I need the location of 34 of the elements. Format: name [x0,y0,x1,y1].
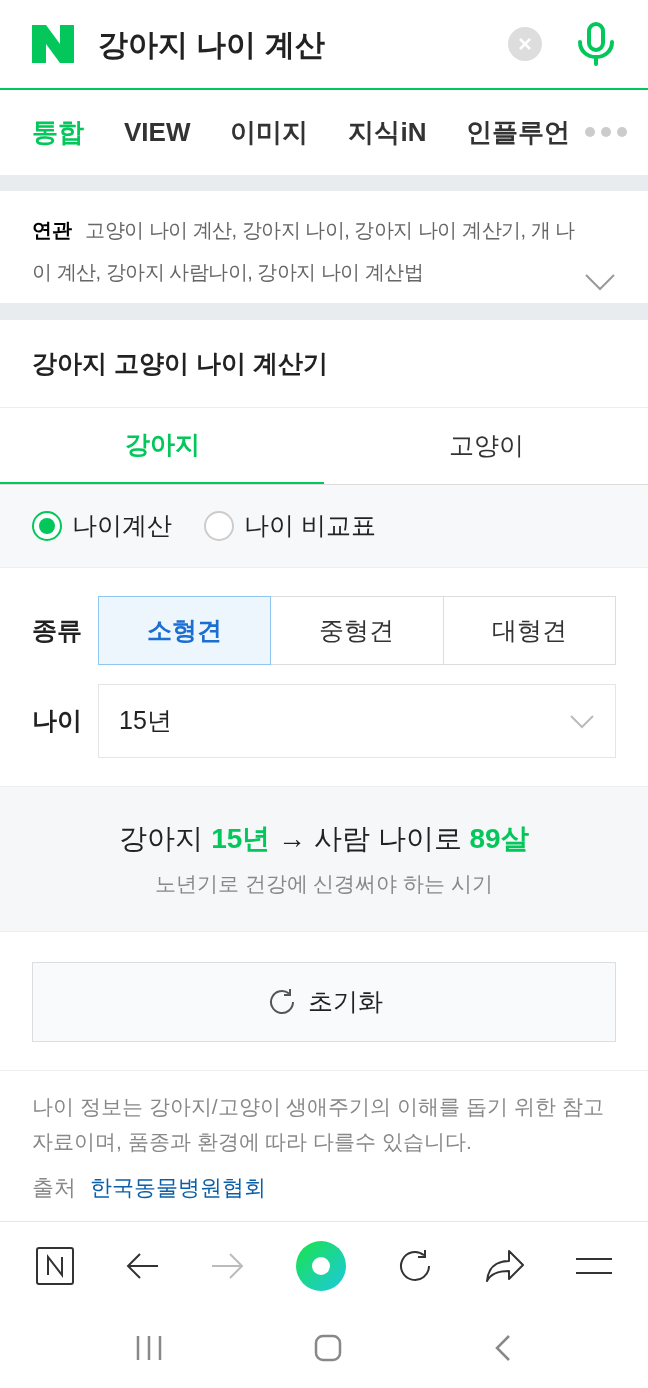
logo-icon[interactable] [32,25,74,63]
animal-tab[interactable]: 고양이 [324,408,648,484]
search-tab[interactable]: 이미지 [230,113,309,152]
disclaimer-text: 나이 정보는 강아지/고양이 생애주기의 이해를 돕기 위한 참고 자료이며, 품종과 환경에 따라 다를수 있습니다. [32,1094,605,1155]
microphone-icon[interactable] [576,22,616,66]
source-link[interactable]: 한국동물병원협회 [90,1171,266,1204]
home-icon[interactable] [314,1334,342,1362]
age-label: 나이 [32,705,83,737]
home-logo-icon[interactable] [35,1246,74,1285]
breed-option[interactable]: 중형견 [270,596,444,665]
calculator-title: 강아지 고양이 나이 계산기 [32,347,328,379]
forward-arrow-icon[interactable] [210,1251,245,1280]
share-arrow-icon[interactable] [484,1248,525,1283]
breed-label: 종류 [32,614,83,646]
source-label: 출처 [32,1174,76,1202]
ring-icon[interactable] [295,1240,346,1291]
mode-radio[interactable]: 나이 비교표 [204,507,376,545]
breed-option[interactable]: 소형견 [98,596,272,665]
search-tab[interactable]: VIEW [124,113,191,152]
search-field[interactable]: 강아지 나이 계산 [98,21,508,67]
breed-option[interactable]: 대형견 [442,596,616,665]
result-text: 강아지 15년 → 사람 나이로 89살 [119,822,529,857]
search-tab[interactable]: 인플루언 [466,113,571,152]
result-note: 노년기로 건강에 신경써야 하는 시기 [154,871,494,898]
expand-chevron-icon[interactable] [584,273,616,291]
mode-radio[interactable]: 나이계산 [32,507,172,545]
related-searches: 연관 고양이 나이 계산, 강아지 나이, 강아지 나이 계산기, 개 나이 계산, 강아지 사람나이, 강아지 나이 계산법 [32,218,576,285]
menu-icon[interactable] [576,1256,613,1275]
age-select[interactable]: 15년 [98,684,616,758]
search-tab[interactable]: 지식iN [348,113,427,152]
back-arrow-icon[interactable] [125,1251,160,1280]
reset-button[interactable]: 초기화 [32,962,616,1042]
dropdown-chevron-icon [569,713,595,729]
recent-apps-icon[interactable] [135,1334,164,1362]
